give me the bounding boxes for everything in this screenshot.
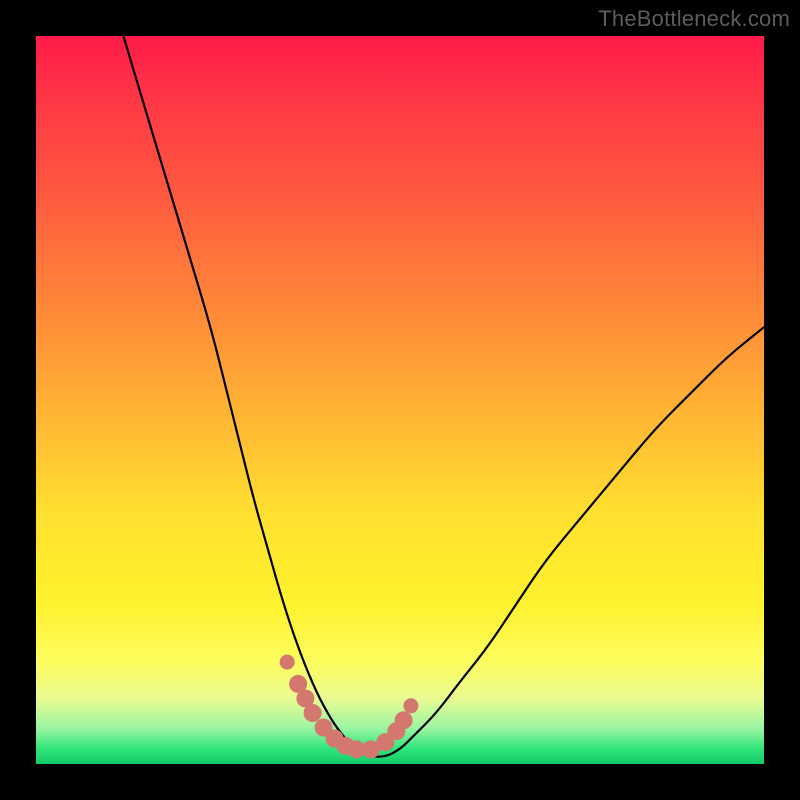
marker-dot bbox=[395, 711, 413, 729]
bottleneck-curve bbox=[123, 36, 764, 757]
watermark-text: TheBottleneck.com bbox=[598, 6, 790, 32]
marker-points bbox=[280, 655, 419, 759]
marker-dot bbox=[280, 655, 295, 670]
marker-dot bbox=[304, 704, 322, 722]
curve-layer bbox=[36, 36, 764, 764]
curve-path bbox=[123, 36, 764, 757]
marker-dot bbox=[403, 698, 418, 713]
chart-frame: TheBottleneck.com bbox=[0, 0, 800, 800]
plot-area bbox=[36, 36, 764, 764]
